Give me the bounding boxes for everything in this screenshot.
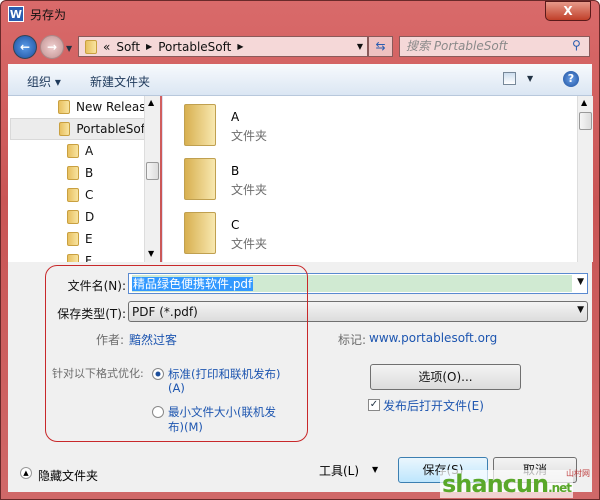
forward-button[interactable]: → [40,35,64,59]
folder-icon [184,104,216,146]
tags-value[interactable]: www.portablesoft.org [369,331,497,345]
tree-item[interactable]: D [67,206,94,228]
tree-item[interactable]: E [67,228,93,250]
tree-item[interactable]: F [67,250,92,262]
scroll-up-icon[interactable]: ▲ [148,98,154,107]
view-options-icon[interactable] [503,72,516,85]
file-list: A 文件夹 B 文件夹 C 文件夹 ▲ [162,96,593,262]
folder-icon [67,144,79,158]
scroll-thumb[interactable] [146,162,159,180]
breadcrumb-portablesoft[interactable]: PortableSoft [158,40,231,54]
file-item[interactable]: A 文件夹 [163,96,563,150]
tree-item[interactable]: C [67,184,93,206]
open-after-label[interactable]: 发布后打开文件(E) [383,397,484,414]
navigation-pane: New Releas PortableSof A B C D E F ▲ ▼ [8,96,160,262]
folder-icon [67,232,79,246]
open-after-checkbox[interactable]: ✓ [368,399,380,411]
file-item[interactable]: C 文件夹 [163,204,563,258]
collapse-icon[interactable]: ▲ [20,467,32,479]
options-button[interactable]: 选项(O)... [370,364,521,390]
tags-label: 标记: [338,333,367,347]
folder-icon [85,39,97,54]
breadcrumb-overflow[interactable]: « [103,40,110,54]
folder-icon [67,254,79,262]
tools-dropdown-icon[interactable]: ▼ [372,465,378,474]
scroll-thumb[interactable] [579,112,592,130]
folder-icon [58,100,70,114]
tree-scrollbar[interactable]: ▲ ▼ [144,96,160,262]
refresh-button[interactable]: ⇆ [368,36,393,57]
search-icon: ⚲ [572,38,581,52]
new-folder-button[interactable]: 新建文件夹 [90,73,150,90]
back-button[interactable]: ← [13,35,37,59]
word-app-icon: W [8,6,24,22]
tree-item[interactable]: A [67,140,93,162]
file-list-scrollbar[interactable]: ▲ [577,96,593,262]
breadcrumb-soft[interactable]: Soft [116,40,140,54]
watermark-sub: 山村网 [566,469,590,478]
address-bar[interactable]: « Soft ▶ PortableSoft ▶ ▼ [78,36,368,57]
watermark-logo: shancun.net [440,470,574,498]
address-dropdown-icon[interactable]: ▼ [357,42,363,51]
folder-icon [67,210,79,224]
window-title: 另存为 [30,8,67,22]
tree-item-portablesoft[interactable]: PortableSof [10,118,146,140]
scroll-up-icon[interactable]: ▲ [581,98,587,107]
file-item[interactable]: B 文件夹 [163,150,563,204]
help-button[interactable]: ? [563,71,579,87]
dropdown-arrow-icon: ▼ [577,305,584,315]
recent-pages-dropdown-icon[interactable]: ▼ [66,44,72,53]
hide-folders-button[interactable]: 隐藏文件夹 [38,467,98,484]
view-dropdown-icon[interactable]: ▼ [527,74,533,83]
folder-icon [184,212,216,254]
dropdown-arrow-icon[interactable]: ▼ [577,277,584,287]
folder-icon [59,122,71,136]
scroll-down-icon[interactable]: ▼ [148,249,154,258]
folder-icon [184,158,216,200]
organize-menu[interactable]: 组织 ▾ [27,73,61,90]
highlight-annotation [45,265,308,442]
folder-icon [67,166,79,180]
close-button[interactable]: X [545,1,591,21]
tree-item[interactable]: B [67,162,93,184]
folder-icon [67,188,79,202]
search-input[interactable]: 搜索 PortableSoft [399,36,590,57]
tools-menu[interactable]: 工具(L) [319,462,359,479]
tree-item-new-releases[interactable]: New Releas [58,96,146,118]
